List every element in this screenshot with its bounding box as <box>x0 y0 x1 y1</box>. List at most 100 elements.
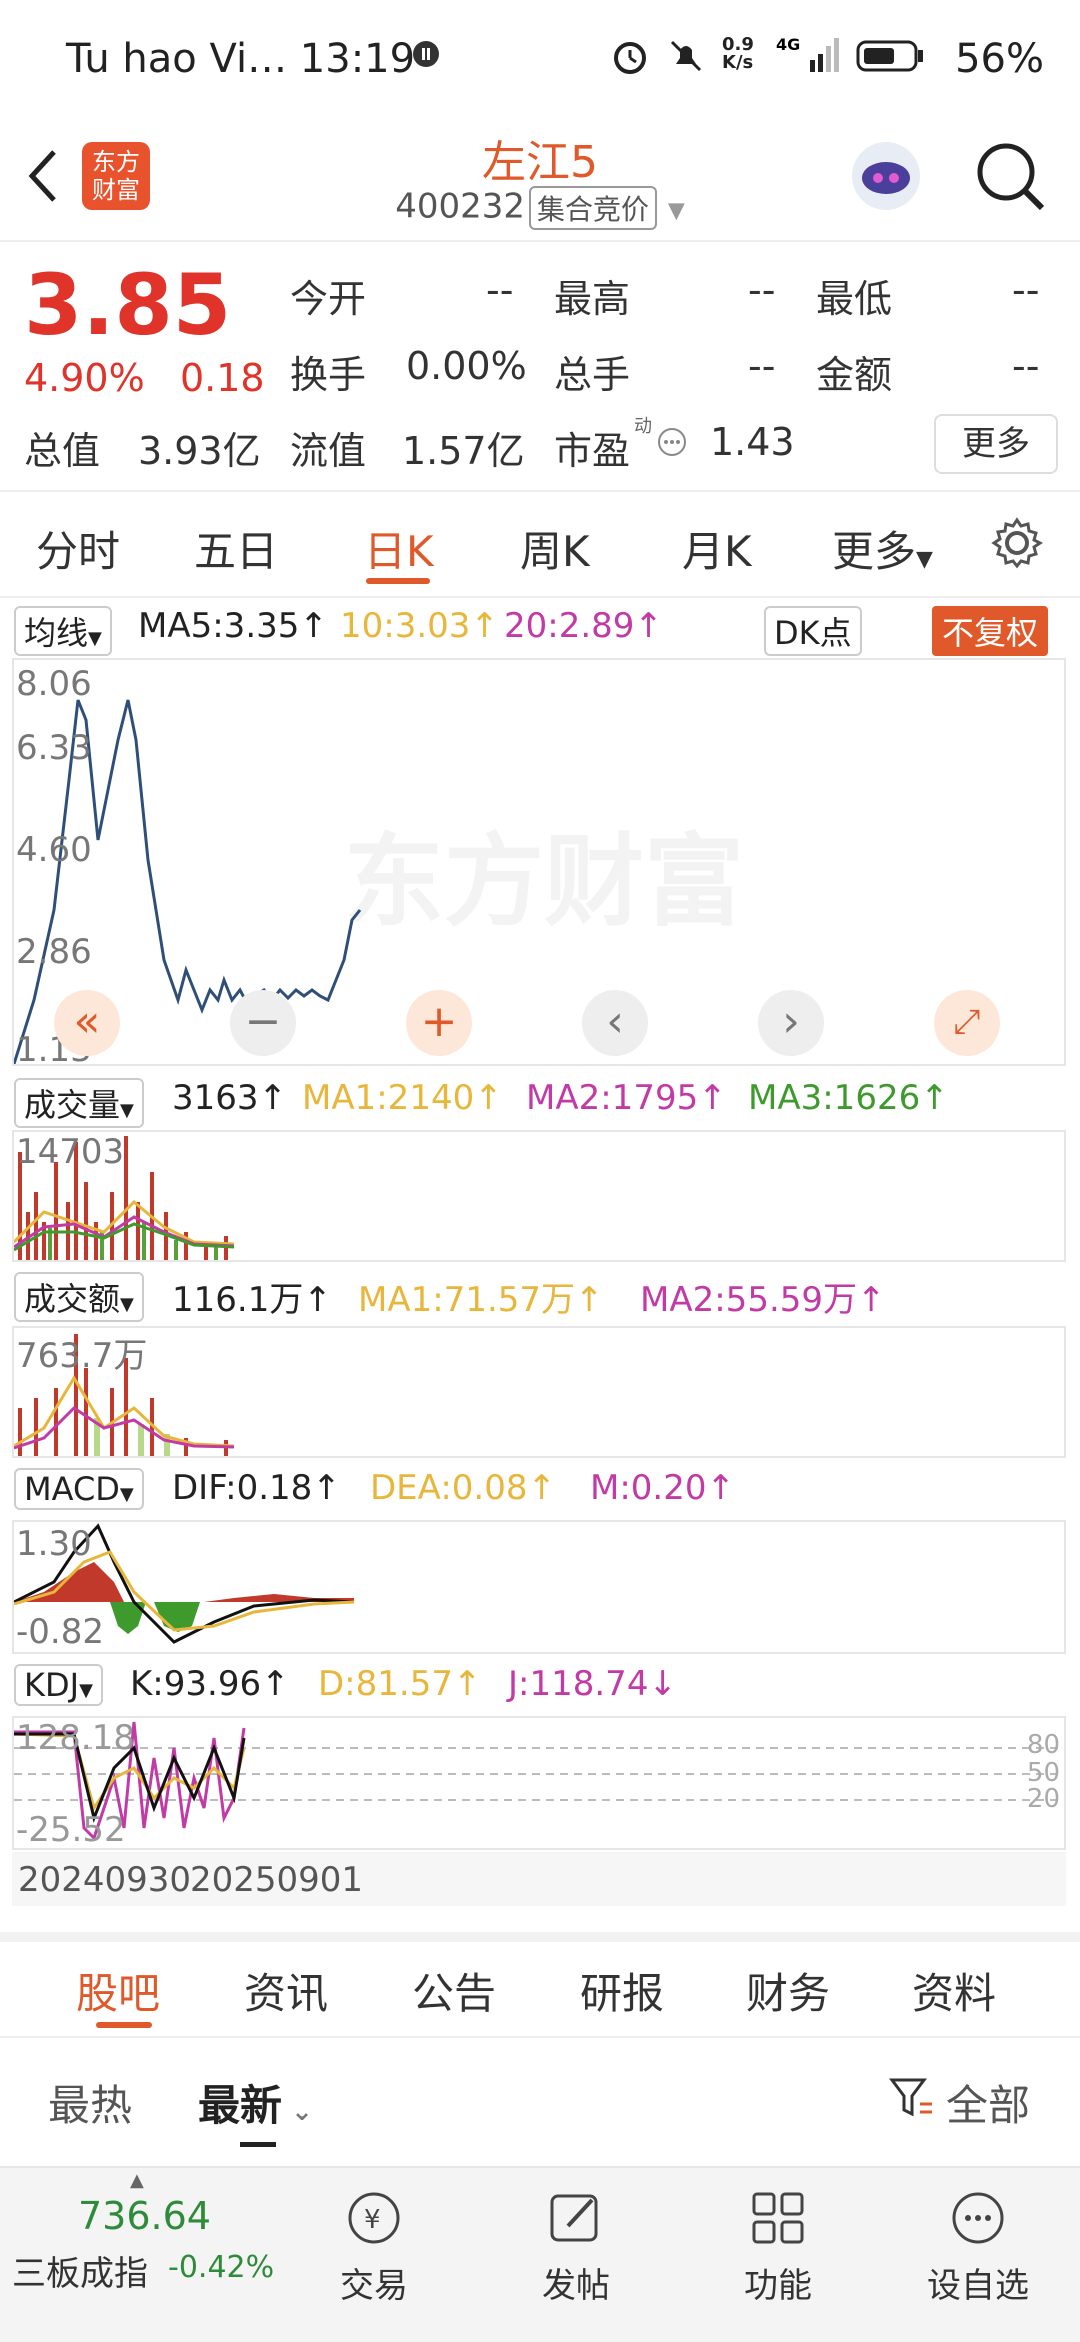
divider <box>0 240 1080 242</box>
vol-ma2: MA2:1795↑ <box>526 1078 727 1118</box>
tab-guba[interactable]: 股吧 <box>76 1960 160 2021</box>
zoom-in-icon[interactable]: + <box>406 990 472 1056</box>
amount-bars <box>14 1334 235 1456</box>
price-axis-label: 8.06 <box>16 664 92 704</box>
price-axis-label: 6.33 <box>16 728 92 768</box>
tab-five-day[interactable]: 五日 <box>194 518 278 579</box>
chevron-right-icon[interactable]: › <box>758 990 824 1056</box>
nav-functions[interactable]: 功能 <box>718 2190 838 2307</box>
current-price: 3.85 <box>24 256 232 354</box>
total-hand-value: -- <box>748 344 776 388</box>
tab-announcement[interactable]: 公告 <box>412 1960 496 2021</box>
kdj-j: J:118.74↓ <box>508 1664 677 1704</box>
tab-profile[interactable]: 资料 <box>912 1960 996 2021</box>
tab-research[interactable]: 研报 <box>580 1960 664 2021</box>
index-name[interactable]: 三板成指 <box>12 2246 148 2295</box>
volume-value: 3163↑ <box>172 1078 288 1118</box>
volume-chart: 14703 <box>12 1130 1066 1262</box>
sort-underline <box>240 2142 276 2147</box>
date-start: 20240930 <box>18 1860 192 1900</box>
battery-icon <box>856 40 926 76</box>
divider <box>0 2036 1080 2038</box>
low-label: 最低 <box>816 277 893 321</box>
macd-selector[interactable]: MACD▼ <box>14 1468 144 1510</box>
ma10-value: 10:3.03↑ <box>340 606 499 646</box>
change-amount: 0.18 <box>180 356 265 400</box>
index-value[interactable]: 736.64 <box>78 2194 211 2238</box>
search-icon[interactable] <box>972 138 1048 218</box>
pe-label: 市盈 <box>554 429 631 473</box>
vol-ma1: MA1:2140↑ <box>302 1078 503 1118</box>
tab-monthly-k[interactable]: 月K <box>682 518 752 579</box>
tab-daily-k[interactable]: 日K <box>364 518 434 579</box>
nav-post[interactable]: 发帖 <box>516 2190 636 2307</box>
more-dots-icon <box>950 2190 1006 2246</box>
svg-text:4G: 4G <box>776 35 800 54</box>
svg-text:¥: ¥ <box>364 2205 381 2235</box>
kdj-chart: 128.18 -25.52 80 50 20 <box>12 1716 1066 1850</box>
sort-latest[interactable]: 最新 ⌄ <box>198 2072 313 2133</box>
status-carrier-time: Tu hao Vi… 13:19 <box>66 36 416 82</box>
chevron-left-icon[interactable]: ‹ <box>582 990 648 1056</box>
filter-icon[interactable] <box>888 2074 934 2124</box>
mktcap-label: 总值 <box>24 429 101 473</box>
stock-code: 400232 <box>395 186 526 227</box>
vol-ma3: MA3:1626↑ <box>748 1078 949 1118</box>
macd-m: M:0.20↑ <box>590 1468 735 1508</box>
more-button[interactable]: 更多 <box>934 414 1058 474</box>
signal-icon: 4G <box>776 34 840 80</box>
volume-selector[interactable]: 成交量▼ <box>14 1078 144 1128</box>
low-value: -- <box>1012 268 1040 312</box>
amount-axis-top: 763.7万 <box>16 1336 148 1376</box>
price-line-chart <box>14 699 362 1064</box>
tab-intraday[interactable]: 分时 <box>36 518 120 579</box>
rewind-icon[interactable]: « <box>54 990 120 1056</box>
macd-dif: DIF:0.18↑ <box>172 1468 341 1508</box>
kdj-axis-top: 128.18 <box>16 1718 135 1758</box>
open-value: -- <box>486 268 514 312</box>
pe-value: 1.43 <box>710 420 795 464</box>
kdj-axis-bottom: -25.52 <box>16 1810 126 1850</box>
kdj-d: D:81.57↑ <box>318 1664 482 1704</box>
ma20-value: 20:2.89↑ <box>504 606 663 646</box>
total-hand-label: 总手 <box>554 353 631 397</box>
alarm-icon <box>610 36 650 80</box>
kdj-plot <box>14 1721 1064 1841</box>
settings-gear-icon[interactable] <box>990 516 1044 574</box>
index-change: -0.42% <box>168 2250 275 2285</box>
battery-percent: 56% <box>955 36 1044 82</box>
robot-avatar-icon[interactable] <box>846 136 926 220</box>
divider <box>0 490 1080 492</box>
trade-yen-icon: ¥ <box>346 2190 402 2246</box>
date-axis: 20240930 20250901 <box>12 1852 1066 1906</box>
macd-plot <box>14 1523 355 1644</box>
tab-news[interactable]: 资讯 <box>244 1960 328 2021</box>
dk-point-button[interactable]: DK点 <box>764 606 862 656</box>
active-tab-indicator <box>366 578 430 584</box>
pe-info-icon[interactable] <box>656 426 688 462</box>
nav-trade[interactable]: ¥ 交易 <box>314 2190 434 2307</box>
kdj-selector[interactable]: KDJ▼ <box>14 1664 103 1706</box>
amt-ma1: MA1:71.57万↑ <box>358 1280 604 1320</box>
no-adjust-button[interactable]: 不复权 <box>932 606 1049 656</box>
auction-tag: 集合竞价 <box>529 186 658 230</box>
divider <box>0 596 1080 598</box>
nav-add-watchlist[interactable]: 设自选 <box>918 2190 1038 2307</box>
sort-hot[interactable]: 最热 <box>48 2072 132 2133</box>
amount-value: -- <box>1012 344 1040 388</box>
zoom-out-icon[interactable]: − <box>230 990 296 1056</box>
fullscreen-icon[interactable]: ⤢ <box>934 990 1000 1056</box>
caret-up-icon: ▲ <box>130 2170 144 2191</box>
section-gap <box>0 1932 1080 1942</box>
tab-more[interactable]: 更多▼ <box>832 518 933 579</box>
pe-superscript: 动 <box>634 416 652 437</box>
high-label: 最高 <box>554 277 631 321</box>
amount-selector[interactable]: 成交额▼ <box>14 1272 144 1322</box>
kdj-level-20: 20 <box>1026 1784 1060 1814</box>
ma-selector[interactable]: 均线▼ <box>14 606 112 656</box>
filter-all[interactable]: 全部 <box>946 2072 1030 2133</box>
tab-weekly-k[interactable]: 周K <box>520 518 590 579</box>
tab-finance[interactable]: 财务 <box>746 1960 830 2021</box>
kline-chart[interactable]: 东方财富 8.06 6.33 4.60 2.86 1.13 « − + ‹ › … <box>12 658 1066 1070</box>
date-end: 20250901 <box>190 1860 364 1900</box>
